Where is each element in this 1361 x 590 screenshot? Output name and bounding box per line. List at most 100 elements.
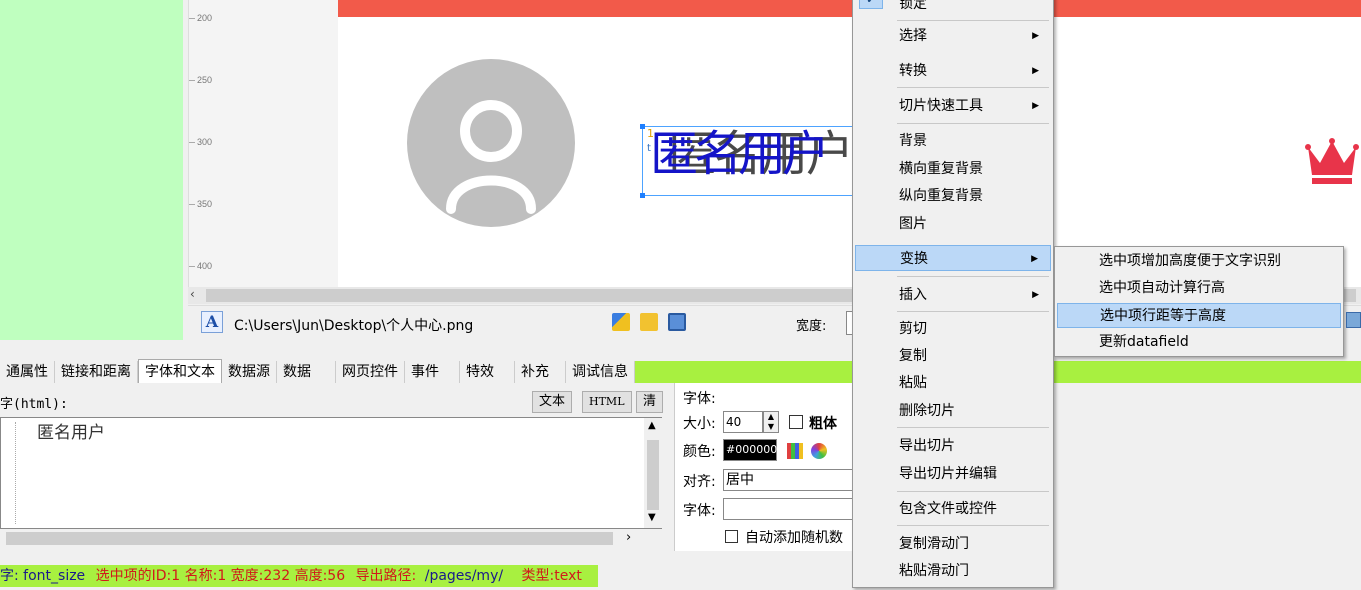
save-icon[interactable] <box>668 313 686 331</box>
tab-web-controls[interactable]: 网页控件 <box>336 361 405 383</box>
text-editor-panel: 字(html): 文本 HTML 清 匿名用户 ▲ ▼ › <box>0 383 670 551</box>
editor-content[interactable]: 匿名用户 <box>37 418 105 443</box>
html-label: 字(html): <box>0 397 68 412</box>
menu-item-label: 变换 <box>900 251 928 267</box>
align-label: 对齐: <box>683 474 716 490</box>
menu-item-convert[interactable]: 转换 ▶ <box>855 58 1051 84</box>
ruler-label: 400 <box>197 261 213 271</box>
menu-item-label: 删除切片 <box>899 403 955 419</box>
random-label: 自动添加随机数 <box>745 530 843 546</box>
context-menu: ✔ 锁定 选择 ▶ 转换 ▶ 切片快速工具 ▶ 背景 横向重复背景 纵向重复背景 图片… <box>852 0 1054 588</box>
image-icon[interactable] <box>1346 312 1361 328</box>
menu-item-label: 导出切片并编辑 <box>899 466 997 482</box>
menu-item-delete-slice[interactable]: 删除切片 <box>855 398 1051 424</box>
bold-checkbox[interactable] <box>789 415 803 429</box>
color-input[interactable]: #000000 <box>723 439 777 461</box>
submenu-item-add-height[interactable]: 选中项增加高度便于文字识别 <box>1057 249 1341 274</box>
clear-button[interactable]: 清 <box>636 391 664 413</box>
canvas-header-bar <box>338 0 1361 17</box>
tab-font-text[interactable]: 字体和文本 <box>138 359 222 383</box>
tab-datasource[interactable]: 数据源 <box>222 361 277 383</box>
menu-item-copy-sliding-door[interactable]: 复制滑动门 <box>855 531 1051 557</box>
menu-item-paste[interactable]: 粘贴 <box>855 370 1051 396</box>
size-stepper[interactable]: ▲ ▼ <box>763 411 779 433</box>
scroll-right-icon[interactable]: › <box>626 530 631 545</box>
menu-item-label: 剪切 <box>899 321 927 337</box>
status-bar: 字: font_size 选中项的ID:1 名称:1 宽度:232 高度:56 … <box>0 565 598 587</box>
submenu-item-auto-line-height[interactable]: 选中项自动计算行高 <box>1057 276 1341 301</box>
tab-debug-info[interactable]: 调试信息 <box>566 361 635 383</box>
color-wheel-icon[interactable] <box>811 443 827 459</box>
menu-item-export-edit[interactable]: 导出切片并编辑 <box>855 461 1051 487</box>
menu-item-export-slice[interactable]: 导出切片 <box>855 433 1051 459</box>
status-selected: 选中项的ID:1 名称:1 宽度:232 高度:56 <box>95 568 346 584</box>
tab-common[interactable]: 通属性 <box>0 361 55 383</box>
text-layer-icon[interactable]: A <box>201 311 223 333</box>
tab-effects[interactable]: 特效 <box>460 361 515 383</box>
menu-item-label: 导出切片 <box>899 438 955 454</box>
editor-vertical-scrollbar[interactable]: ▲ ▼ <box>644 418 662 528</box>
file-path: C:\Users\Jun\Desktop\个人中心.png <box>234 318 474 334</box>
selection-box[interactable]: 1 t <box>640 124 876 198</box>
scrollbar-thumb[interactable] <box>647 440 659 510</box>
menu-item-insert[interactable]: 插入 ▶ <box>855 282 1051 308</box>
left-panel <box>0 0 183 340</box>
ruler-label: 250 <box>197 75 213 85</box>
user-avatar-icon[interactable] <box>407 59 575 227</box>
submenu-arrow-icon: ▶ <box>1032 31 1039 41</box>
submenu-item-label: 更新datafield <box>1099 334 1189 350</box>
font-family-input[interactable] <box>723 498 855 520</box>
menu-item-copy[interactable]: 复制 <box>855 343 1051 369</box>
folder-icon[interactable] <box>640 313 658 331</box>
menu-item-select[interactable]: 选择 ▶ <box>855 23 1051 49</box>
resize-handle[interactable] <box>640 193 645 198</box>
menu-item-transform[interactable]: 变换 ▶ <box>855 245 1051 271</box>
transform-submenu: 选中项增加高度便于文字识别 选中项自动计算行高 选中项行距等于高度 更新data… <box>1054 246 1344 357</box>
menu-item-background[interactable]: 背景 <box>855 128 1051 154</box>
marker-icon[interactable] <box>612 313 630 331</box>
submenu-arrow-icon: ▶ <box>1031 254 1038 264</box>
submenu-item-update-datafield[interactable]: 更新datafield <box>1057 330 1341 355</box>
menu-item-image[interactable]: 图片 <box>855 211 1051 237</box>
submenu-item-line-height-equals[interactable]: 选中项行距等于高度 <box>1057 303 1341 328</box>
menu-item-label: 横向重复背景 <box>899 161 983 177</box>
menu-item-label: 锁定 <box>899 0 927 12</box>
menu-item-slice-tools[interactable]: 切片快速工具 ▶ <box>855 93 1051 119</box>
ruler-label: 350 <box>197 199 213 209</box>
menu-item-lock[interactable]: ✔ 锁定 <box>855 0 1051 17</box>
text-mode-button[interactable]: 文本 <box>532 391 573 413</box>
resize-handle[interactable] <box>640 124 645 129</box>
width-label: 宽度: <box>796 319 827 334</box>
menu-item-repeat-x[interactable]: 横向重复背景 <box>855 156 1051 182</box>
menu-item-include-file[interactable]: 包含文件或控件 <box>855 496 1051 522</box>
ruler-label: 200 <box>197 13 213 23</box>
menu-item-repeat-y[interactable]: 纵向重复背景 <box>855 183 1051 209</box>
menu-item-paste-sliding-door[interactable]: 粘贴滑动门 <box>855 558 1051 584</box>
html-editor[interactable]: 匿名用户 ▲ ▼ <box>0 417 662 529</box>
scrollbar-thumb[interactable] <box>6 532 613 545</box>
menu-item-label: 转换 <box>899 63 927 79</box>
size-label: 大小: <box>683 416 716 432</box>
submenu-item-label: 选中项行距等于高度 <box>1100 308 1226 324</box>
menu-item-label: 粘贴滑动门 <box>899 563 969 579</box>
color-grid-icon[interactable] <box>787 443 803 459</box>
tab-data[interactable]: 数据 <box>277 361 336 383</box>
submenu-arrow-icon: ▶ <box>1032 290 1039 300</box>
menu-item-cut[interactable]: 剪切 <box>855 316 1051 342</box>
design-canvas[interactable]: 匿名用户 匿名用户 1 t <box>338 0 1361 287</box>
tab-supplement[interactable]: 补充 <box>515 361 566 383</box>
tab-events[interactable]: 事件 <box>405 361 460 383</box>
bold-label: 粗体 <box>809 416 837 432</box>
submenu-arrow-icon: ▶ <box>1032 66 1039 76</box>
tab-link-distance[interactable]: 链接和距离 <box>55 361 138 383</box>
menu-item-label: 选择 <box>899 28 927 44</box>
align-select[interactable]: 居中 <box>723 469 855 491</box>
html-mode-button[interactable]: HTML <box>582 391 632 413</box>
scroll-up-icon[interactable]: ▲ <box>648 420 656 431</box>
scroll-down-icon[interactable]: ▼ <box>648 512 656 523</box>
submenu-item-label: 选中项增加高度便于文字识别 <box>1099 253 1281 269</box>
random-checkbox[interactable] <box>725 530 738 543</box>
size-input[interactable]: 40 <box>723 411 763 433</box>
scroll-left-icon[interactable]: ‹ <box>190 287 195 301</box>
editor-horizontal-scrollbar[interactable]: › <box>6 529 662 547</box>
